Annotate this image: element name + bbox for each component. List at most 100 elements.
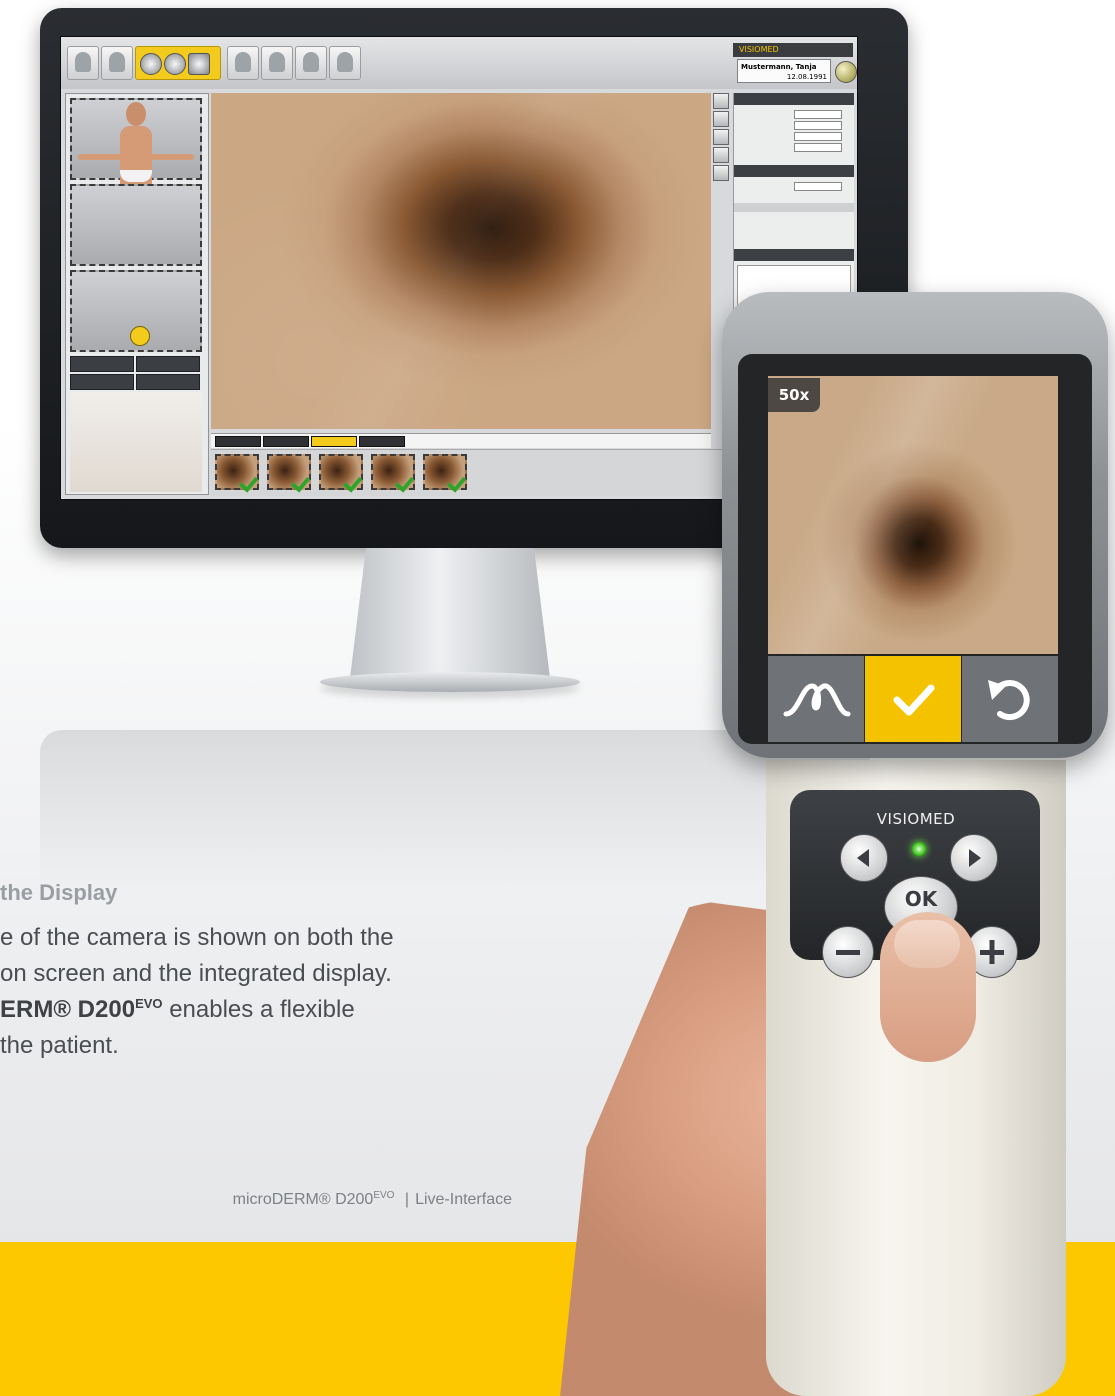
analysis-button[interactable] [227,46,259,80]
body-view-lower[interactable] [70,270,202,352]
software-logo: VISIOMED [733,43,853,57]
setting-row[interactable] [734,120,854,130]
checkmark-icon [291,474,311,488]
setting-row[interactable] [734,192,854,201]
setting-row[interactable] [734,131,854,141]
panel-header[interactable] [734,249,854,261]
film-thumbnail[interactable] [215,454,259,490]
setting-row [734,214,854,223]
thumbnail [894,920,960,968]
setting-row[interactable] [734,109,854,119]
tool-button[interactable] [713,165,729,181]
document-icon [303,52,319,72]
tool-button[interactable] [713,129,729,145]
zoom-level-badge: 50x [768,378,820,412]
settings-button[interactable] [329,46,361,80]
person-search-icon [109,52,125,72]
film-thumbnail[interactable] [371,454,415,490]
arrow-left-icon [857,849,869,867]
ok-label: OK [904,887,938,911]
undo-icon [988,680,1030,721]
body-thumbnail[interactable] [70,392,202,492]
view-counter-right[interactable] [136,374,200,390]
command-button-active[interactable] [311,436,357,447]
view-counter-left[interactable] [70,374,134,390]
minus-icon [836,950,860,955]
tool-button[interactable] [713,111,729,127]
person-icon [75,52,91,72]
checkmark-icon [447,474,467,488]
command-button[interactable] [215,436,261,447]
checkmark-icon [239,474,259,488]
confirm-button[interactable] [865,656,961,742]
caption-line: e of the camera is shown on both the [0,924,394,951]
checkmark-icon [893,684,935,716]
lens-icon [140,53,162,75]
caption-line-rest: enables a flexible [162,996,355,1023]
device-live-image [768,376,1058,654]
analysis-button[interactable] [768,656,864,742]
panel-header[interactable] [734,165,854,177]
monitor-foot [320,672,580,692]
patient-search-button[interactable] [101,46,133,80]
analysis-curve-icon [783,683,851,717]
minus-key[interactable] [822,926,874,978]
view-counter-back[interactable] [136,356,200,372]
arrow-right-icon [969,849,981,867]
patient-button[interactable] [67,46,99,80]
person-icon [269,52,285,72]
film-thumbnail[interactable] [423,454,467,490]
grid-icon [337,52,353,72]
product-sup: EVO [135,996,163,1011]
undo-button[interactable] [962,656,1058,742]
monitor-reflection [40,730,870,890]
command-row [211,433,711,448]
patient-name: Mustermann, Tanja [741,63,817,71]
product-name: ERM® D200 [0,996,136,1023]
live-image-view[interactable] [211,93,711,429]
film-thumbnail[interactable] [267,454,311,490]
status-led [912,842,926,856]
left-key[interactable] [840,834,888,882]
caption-line: ERM® D200EVO enables a flexible [0,996,560,1024]
tool-button[interactable] [713,147,729,163]
view-counter-front[interactable] [70,356,134,372]
person-marker-icon [130,326,150,346]
device-button-bar [768,656,1058,742]
footer-product: microDERM® D200 [232,1191,374,1208]
footer-label: microDERM® D200EVO | Live-Interface [0,1190,512,1209]
footer-separator: | [404,1191,410,1208]
caption-line: the patient. [0,1032,119,1059]
capture-mode-button[interactable] [135,46,221,80]
caption-title: the Display [0,880,118,905]
patient-info[interactable]: Mustermann, Tanja 12.08.1991 [737,59,831,83]
software-toolbar: VISIOMED Mustermann, Tanja 12.08.1991 [61,37,857,89]
magnifier-icon [235,52,251,72]
lens-icon [164,53,186,75]
patient-dob: 12.08.1991 [786,73,827,81]
command-button[interactable] [263,436,309,447]
report-button[interactable] [295,46,327,80]
body-view-middle[interactable] [70,184,202,266]
film-thumbnail[interactable] [319,454,363,490]
checkmark-icon [395,474,415,488]
checkmark-icon [343,474,363,488]
camera-icon [188,53,210,75]
tool-button[interactable] [713,93,729,109]
device-brand-logo: VISIOMED [876,810,956,828]
footer-section: Live-Interface [415,1191,512,1208]
setting-row[interactable] [734,181,854,191]
compare-button[interactable] [261,46,293,80]
right-key[interactable] [950,834,998,882]
globe-icon[interactable] [835,61,857,83]
caption-line: on screen and the integrated display. [0,960,392,987]
setting-row [734,225,854,234]
panel-header[interactable] [734,93,854,105]
score-bar [734,203,854,212]
body-view-upper[interactable] [70,98,202,204]
image-tools [713,93,729,193]
setting-row[interactable] [734,142,854,152]
command-button[interactable] [359,436,405,447]
monitor-stand [350,548,550,678]
footer-product-sup: EVO [373,1190,395,1201]
